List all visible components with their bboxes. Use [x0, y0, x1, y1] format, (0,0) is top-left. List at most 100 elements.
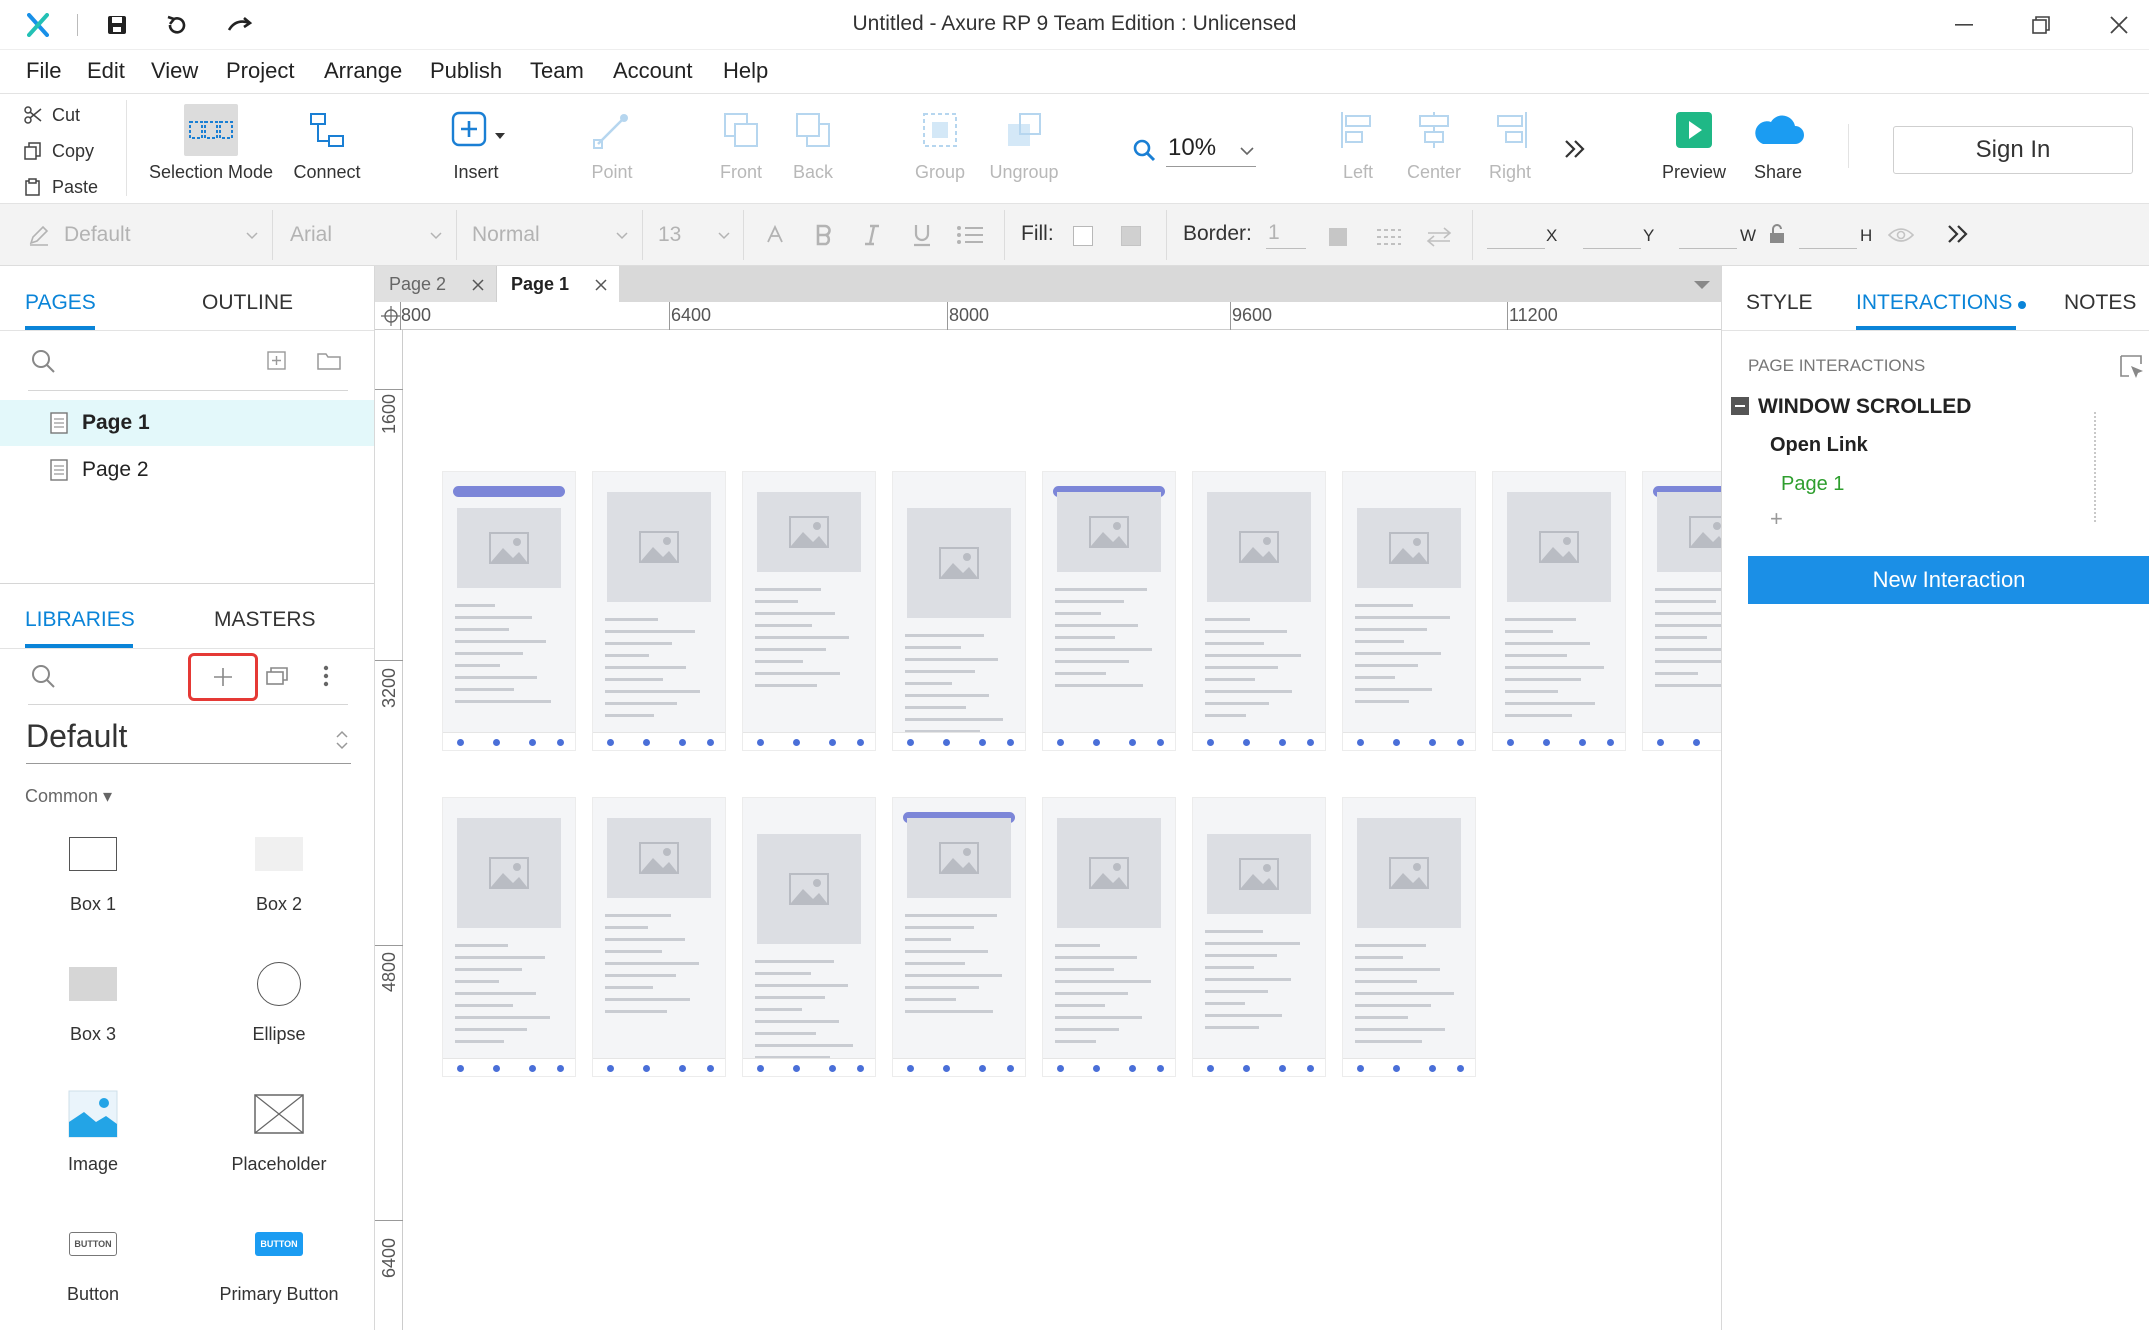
wireframe-screen[interactable]	[442, 471, 576, 751]
close-icon[interactable]	[595, 279, 607, 291]
font-dropdown[interactable]: Arial	[290, 218, 442, 252]
library-item-box-1[interactable]: Box 1	[18, 822, 168, 932]
sign-in-button[interactable]: Sign In	[1893, 126, 2133, 174]
italic-button[interactable]	[862, 218, 884, 252]
w-input[interactable]	[1679, 248, 1737, 249]
minimize-button[interactable]	[1934, 0, 1994, 50]
collapse-toggle[interactable]	[1731, 397, 1749, 415]
wireframe-screen[interactable]	[1342, 471, 1476, 751]
wireframe-screen[interactable]	[592, 797, 726, 1077]
copy-button[interactable]: Copy	[24, 134, 94, 168]
insert-button[interactable]: Insert	[436, 104, 516, 196]
event-window-scrolled[interactable]: WINDOW SCROLLED	[1758, 395, 1971, 419]
zoom-control[interactable]: 10%	[1128, 130, 1258, 167]
add-folder-button[interactable]	[316, 350, 342, 377]
tabs-dropdown-icon[interactable]	[1693, 280, 1711, 290]
visibility-button[interactable]	[1887, 226, 1915, 249]
ungroup-button[interactable]: Ungroup	[984, 104, 1064, 196]
library-item-primary-button[interactable]: BUTTON Primary Button	[204, 1212, 354, 1322]
tab-libraries[interactable]: LIBRARIES	[25, 608, 135, 632]
tab-notes[interactable]: NOTES	[2064, 291, 2136, 315]
share-button[interactable]: Share	[1740, 104, 1816, 196]
doc-tab-page-1[interactable]: Page 1	[497, 266, 619, 302]
library-pages-button[interactable]	[265, 666, 289, 693]
undo-icon[interactable]	[157, 8, 197, 42]
wireframe-screen[interactable]	[592, 471, 726, 751]
lock-aspect-button[interactable]	[1768, 224, 1786, 249]
wireframe-screen[interactable]	[742, 471, 876, 751]
close-icon[interactable]	[472, 279, 484, 291]
tab-interactions[interactable]: INTERACTIONS	[1856, 291, 2012, 315]
wireframe-screen[interactable]	[742, 797, 876, 1077]
library-item-button[interactable]: BUTTON Button	[18, 1212, 168, 1322]
link-target[interactable]: Page 1	[1781, 473, 1844, 496]
menu-file[interactable]: File	[22, 56, 65, 86]
border-style-button[interactable]	[1376, 226, 1402, 253]
wireframe-screen[interactable]	[1642, 471, 1721, 751]
connect-button[interactable]: Connect	[282, 104, 372, 196]
back-button[interactable]: Back	[783, 104, 843, 196]
menu-arrange[interactable]: Arrange	[320, 56, 406, 86]
menu-account[interactable]: Account	[609, 56, 697, 86]
library-item-image[interactable]: Image	[18, 1082, 168, 1192]
common-section-toggle[interactable]: Common ▾	[25, 786, 112, 807]
menu-view[interactable]: View	[147, 56, 202, 86]
library-item-box-3[interactable]: Box 3	[18, 952, 168, 1062]
library-menu-button[interactable]	[322, 665, 330, 692]
paste-button[interactable]: Paste	[24, 170, 98, 204]
maximize-button[interactable]	[2011, 0, 2071, 50]
wireframe-screen[interactable]	[892, 797, 1026, 1077]
wireframe-screen[interactable]	[1042, 471, 1176, 751]
selection-mode-button[interactable]: Selection Mode	[146, 104, 276, 196]
font-size-dropdown[interactable]: 13	[658, 218, 730, 252]
tab-outline[interactable]: OUTLINE	[202, 291, 293, 315]
add-page-button[interactable]	[266, 350, 288, 377]
redo-icon[interactable]	[220, 8, 260, 42]
border-width-input[interactable]: 1	[1268, 216, 1308, 250]
page-item-page-1[interactable]: Page 1	[0, 400, 374, 446]
style-dropdown[interactable]: Default	[28, 218, 258, 252]
h-input[interactable]	[1799, 248, 1857, 249]
tab-pages[interactable]: PAGES	[25, 291, 96, 315]
tab-masters[interactable]: MASTERS	[214, 608, 316, 632]
tab-style[interactable]: STYLE	[1746, 291, 1813, 315]
action-open-link[interactable]: Open Link	[1770, 434, 1868, 457]
library-item-box-2[interactable]: Box 2	[204, 822, 354, 932]
wireframe-screen[interactable]	[1192, 797, 1326, 1077]
align-center-button[interactable]: Center	[1402, 104, 1466, 196]
wireframe-screen[interactable]	[442, 797, 576, 1077]
bold-button[interactable]	[814, 218, 836, 252]
doc-tab-page-2[interactable]: Page 2	[375, 266, 497, 302]
border-color-swatch[interactable]	[1329, 228, 1347, 246]
y-input[interactable]	[1583, 248, 1641, 249]
wireframe-screen[interactable]	[892, 471, 1026, 751]
wireframe-screen[interactable]	[1342, 797, 1476, 1077]
save-icon[interactable]	[97, 8, 137, 42]
library-item-placeholder[interactable]: Placeholder	[204, 1082, 354, 1192]
add-library-button[interactable]	[188, 653, 258, 701]
align-left-button[interactable]: Left	[1328, 104, 1388, 196]
fill-color-swatch[interactable]	[1073, 226, 1093, 246]
front-button[interactable]: Front	[711, 104, 771, 196]
align-right-button[interactable]: Right	[1478, 104, 1542, 196]
library-search-button[interactable]	[30, 663, 56, 694]
bullet-list-button[interactable]	[956, 218, 984, 252]
page-item-page-2[interactable]: Page 2	[0, 447, 374, 493]
group-button[interactable]: Group	[908, 104, 972, 196]
page-search-button[interactable]	[30, 348, 56, 379]
cut-button[interactable]: Cut	[24, 98, 80, 132]
wireframe-screen[interactable]	[1192, 471, 1326, 751]
design-canvas[interactable]	[404, 331, 1721, 1330]
menu-team[interactable]: Team	[526, 56, 588, 86]
wireframe-screen[interactable]	[1042, 797, 1176, 1077]
new-interaction-button[interactable]: New Interaction	[1748, 556, 2149, 604]
menu-help[interactable]: Help	[719, 56, 772, 86]
menu-edit[interactable]: Edit	[83, 56, 129, 86]
arrow-style-button[interactable]	[1426, 226, 1452, 253]
underline-button[interactable]	[912, 218, 934, 252]
menu-publish[interactable]: Publish	[426, 56, 506, 86]
menu-project[interactable]: Project	[222, 56, 298, 86]
text-color-button[interactable]	[764, 218, 788, 252]
close-button[interactable]	[2089, 0, 2149, 50]
point-button[interactable]: Point	[582, 104, 642, 196]
